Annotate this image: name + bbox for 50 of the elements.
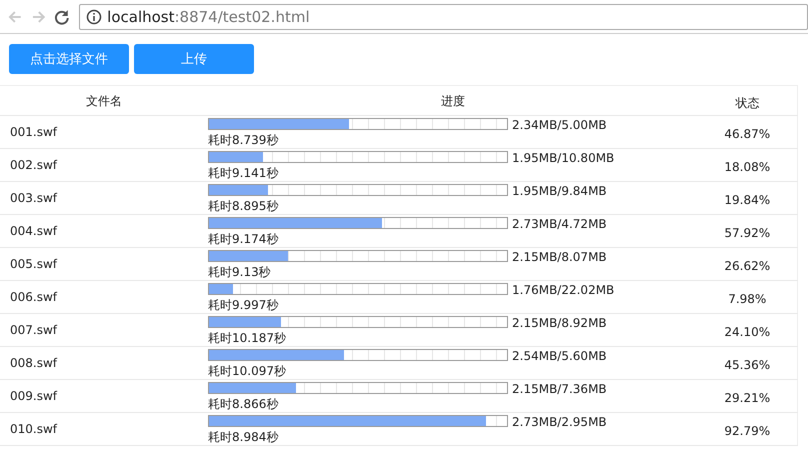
info-icon[interactable] bbox=[86, 8, 102, 24]
transfer-size: 1.95MB/9.84MB bbox=[512, 184, 607, 198]
elapsed-time: 耗时8.866秒 bbox=[208, 396, 280, 410]
transfer-size: 2.15MB/8.92MB bbox=[512, 316, 607, 330]
elapsed-time: 耗时9.174秒 bbox=[208, 232, 280, 246]
status-cell: 7.98% bbox=[698, 280, 798, 314]
status-cell: 92.79% bbox=[698, 412, 798, 446]
elapsed-time: 耗时8.739秒 bbox=[208, 132, 280, 146]
transfer-size: 2.54MB/5.60MB bbox=[512, 348, 607, 362]
upload-button[interactable]: 上传 bbox=[134, 44, 254, 74]
elapsed-time: 耗时9.997秒 bbox=[208, 298, 280, 312]
file-name-cell: 006.swf bbox=[0, 280, 208, 314]
url-host: localhost bbox=[107, 8, 174, 26]
elapsed-time: 耗时9.13秒 bbox=[208, 264, 272, 278]
file-name-cell: 007.swf bbox=[0, 314, 208, 346]
status-cell: 26.62% bbox=[698, 248, 798, 280]
transfer-size: 1.76MB/22.02MB bbox=[512, 282, 614, 296]
status-cell: 45.36% bbox=[698, 346, 798, 380]
column-header: 进度 bbox=[208, 86, 698, 116]
file-name-cell: 008.swf bbox=[0, 346, 208, 380]
address-bar[interactable]: localhost:8874/test02.html bbox=[79, 4, 808, 30]
file-name-cell: 010.swf bbox=[0, 412, 208, 446]
file-name-cell: 001.swf bbox=[0, 116, 208, 148]
status-cell: 24.10% bbox=[698, 314, 798, 346]
status-cell: 46.87% bbox=[698, 116, 798, 148]
status-cell: 57.92% bbox=[698, 214, 798, 248]
file-name-cell: 009.swf bbox=[0, 380, 208, 412]
transfer-size: 2.73MB/2.95MB bbox=[512, 414, 607, 428]
choose-file-button[interactable]: 点击选择文件 bbox=[9, 44, 129, 74]
reload-icon[interactable] bbox=[53, 8, 72, 26]
status-cell: 19.84% bbox=[698, 182, 798, 214]
transfer-size: 2.34MB/5.00MB bbox=[512, 118, 607, 132]
file-name-cell: 002.swf bbox=[0, 148, 208, 182]
elapsed-time: 耗时9.141秒 bbox=[208, 166, 280, 180]
status-cell: 29.21% bbox=[698, 380, 798, 412]
url-path: :8874/test02.html bbox=[174, 8, 310, 26]
elapsed-time: 耗时8.984秒 bbox=[208, 430, 280, 444]
elapsed-time: 耗时8.895秒 bbox=[208, 198, 280, 212]
file-name-cell: 004.swf bbox=[0, 214, 208, 248]
transfer-size: 2.15MB/7.36MB bbox=[512, 382, 607, 396]
transfer-size: 2.15MB/8.07MB bbox=[512, 250, 607, 264]
column-header: 状态 bbox=[698, 86, 798, 116]
transfer-size: 1.95MB/10.80MB bbox=[512, 150, 614, 164]
column-header: 文件名 bbox=[0, 86, 208, 116]
elapsed-time: 耗时10.187秒 bbox=[208, 330, 287, 344]
file-name-cell: 003.swf bbox=[0, 182, 208, 214]
transfer-size: 2.73MB/4.72MB bbox=[512, 216, 607, 230]
status-cell: 18.08% bbox=[698, 148, 798, 182]
elapsed-time: 耗时10.097秒 bbox=[208, 364, 287, 378]
file-name-cell: 005.swf bbox=[0, 248, 208, 280]
